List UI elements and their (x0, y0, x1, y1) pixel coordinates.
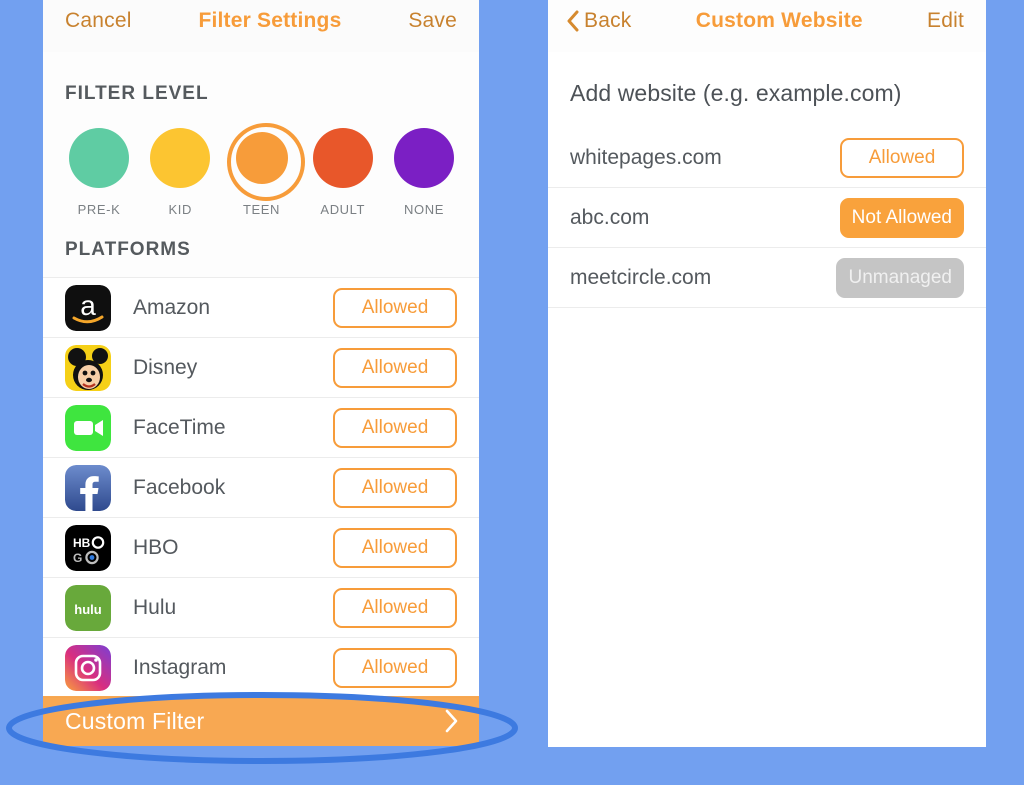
table-row[interactable]: FaceTime Allowed (43, 398, 479, 458)
status-badge[interactable]: Allowed (333, 527, 457, 568)
status-badge[interactable]: Not Allowed (839, 197, 964, 238)
cancel-button[interactable]: Cancel (65, 9, 132, 33)
svg-text:HB: HB (73, 536, 91, 550)
none-color-swatch (394, 128, 454, 188)
page-title: Filter Settings (198, 9, 342, 32)
website-name: meetcircle.com (570, 265, 712, 289)
table-row[interactable]: Disney Allowed (43, 338, 479, 398)
svg-text:hulu: hulu (74, 602, 101, 617)
chevron-left-icon (567, 10, 579, 32)
back-button[interactable]: Back (566, 9, 632, 33)
disney-icon (65, 344, 111, 391)
status-badge[interactable]: Allowed (333, 287, 457, 328)
website-name: whitepages.com (570, 145, 722, 169)
page-title: Custom Website (695, 9, 863, 32)
prek-color-swatch (69, 128, 129, 188)
platform-name: Facebook (133, 475, 226, 499)
kid-color-swatch (150, 128, 211, 188)
filter-level-section-title: FILTER LEVEL (65, 83, 209, 104)
list-item[interactable]: abc.com Not Allowed (548, 188, 986, 248)
filter-settings-navbar: Cancel Filter Settings Save (43, 0, 479, 52)
status-badge[interactable]: Allowed (333, 347, 457, 388)
platform-name: Instagram (133, 655, 227, 679)
filter-level-label: KID (168, 202, 192, 217)
filter-level-label: TEEN (242, 202, 281, 217)
filter-level-kid[interactable]: KID (145, 123, 215, 217)
svg-text:a: a (80, 290, 96, 321)
table-row[interactable]: hulu Hulu Allowed (43, 578, 479, 638)
svg-text:G: G (73, 551, 82, 565)
platform-name: Disney (133, 355, 198, 379)
platforms-section-title: PLATFORMS (65, 239, 191, 260)
teen-swatch-wrap (226, 123, 305, 201)
website-name: abc.com (570, 205, 650, 229)
chevron-right-icon (445, 709, 458, 733)
filter-settings-screen: Cancel Filter Settings Save FILTER LEVEL… (43, 0, 479, 746)
edit-button[interactable]: Edit (927, 9, 964, 33)
filter-level-selector: PRE-K KID TEEN ADULT NONE (43, 105, 479, 217)
filter-level-none[interactable]: NONE (389, 123, 459, 217)
table-row[interactable]: Facebook Allowed (43, 458, 479, 518)
table-row[interactable]: Instagram Allowed (43, 638, 479, 698)
platform-name: HBO (133, 535, 179, 559)
status-badge[interactable]: Allowed (840, 137, 964, 178)
status-badge[interactable]: Allowed (333, 587, 457, 628)
save-button[interactable]: Save (408, 9, 457, 33)
status-badge[interactable]: Unmanaged (836, 257, 964, 298)
kid-swatch-wrap (145, 123, 215, 193)
filter-level-label: PRE-K (77, 202, 121, 217)
prek-swatch-wrap (64, 123, 134, 193)
filter-level-adult[interactable]: ADULT (308, 123, 378, 217)
amazon-icon: a (65, 284, 111, 331)
list-item[interactable]: meetcircle.com Unmanaged (548, 248, 986, 308)
status-badge[interactable]: Allowed (333, 407, 457, 448)
adult-color-swatch (312, 128, 373, 188)
teen-color-swatch (235, 132, 288, 184)
filter-level-label: ADULT (320, 202, 366, 217)
facetime-icon (65, 404, 111, 451)
website-list: whitepages.com Allowed abc.com Not Allow… (548, 128, 986, 308)
custom-website-navbar: Back Custom Website Edit (548, 0, 986, 52)
custom-filter-button[interactable]: Custom Filter (43, 696, 479, 746)
platform-list: a Amazon Allowed Disney Allowed FaceTime… (43, 277, 479, 698)
platform-name: Hulu (133, 595, 177, 619)
adult-swatch-wrap (308, 123, 378, 193)
filter-level-teen[interactable]: TEEN (226, 123, 305, 217)
hbo-go-icon: HB G (65, 524, 111, 571)
filter-level-label: NONE (404, 202, 444, 217)
back-label: Back (584, 9, 632, 32)
hulu-icon: hulu (65, 584, 111, 631)
instagram-icon (65, 644, 111, 691)
list-item[interactable]: whitepages.com Allowed (548, 128, 986, 188)
platform-name: FaceTime (133, 415, 226, 439)
custom-website-screen: Back Custom Website Edit Add website (e.… (548, 0, 986, 747)
table-row[interactable]: HB G HBO Allowed (43, 518, 479, 578)
none-swatch-wrap (389, 123, 459, 193)
custom-filter-label: Custom Filter (65, 707, 205, 734)
status-badge[interactable]: Allowed (333, 467, 457, 508)
facebook-icon (65, 464, 111, 511)
table-row[interactable]: a Amazon Allowed (43, 278, 479, 338)
platform-name: Amazon (133, 295, 211, 319)
filter-level-prek[interactable]: PRE-K (64, 123, 134, 217)
status-badge[interactable]: Allowed (333, 647, 457, 688)
screenshot-stage: Cancel Filter Settings Save FILTER LEVEL… (0, 0, 1024, 785)
add-website-field[interactable]: Add website (e.g. example.com) (548, 52, 986, 107)
